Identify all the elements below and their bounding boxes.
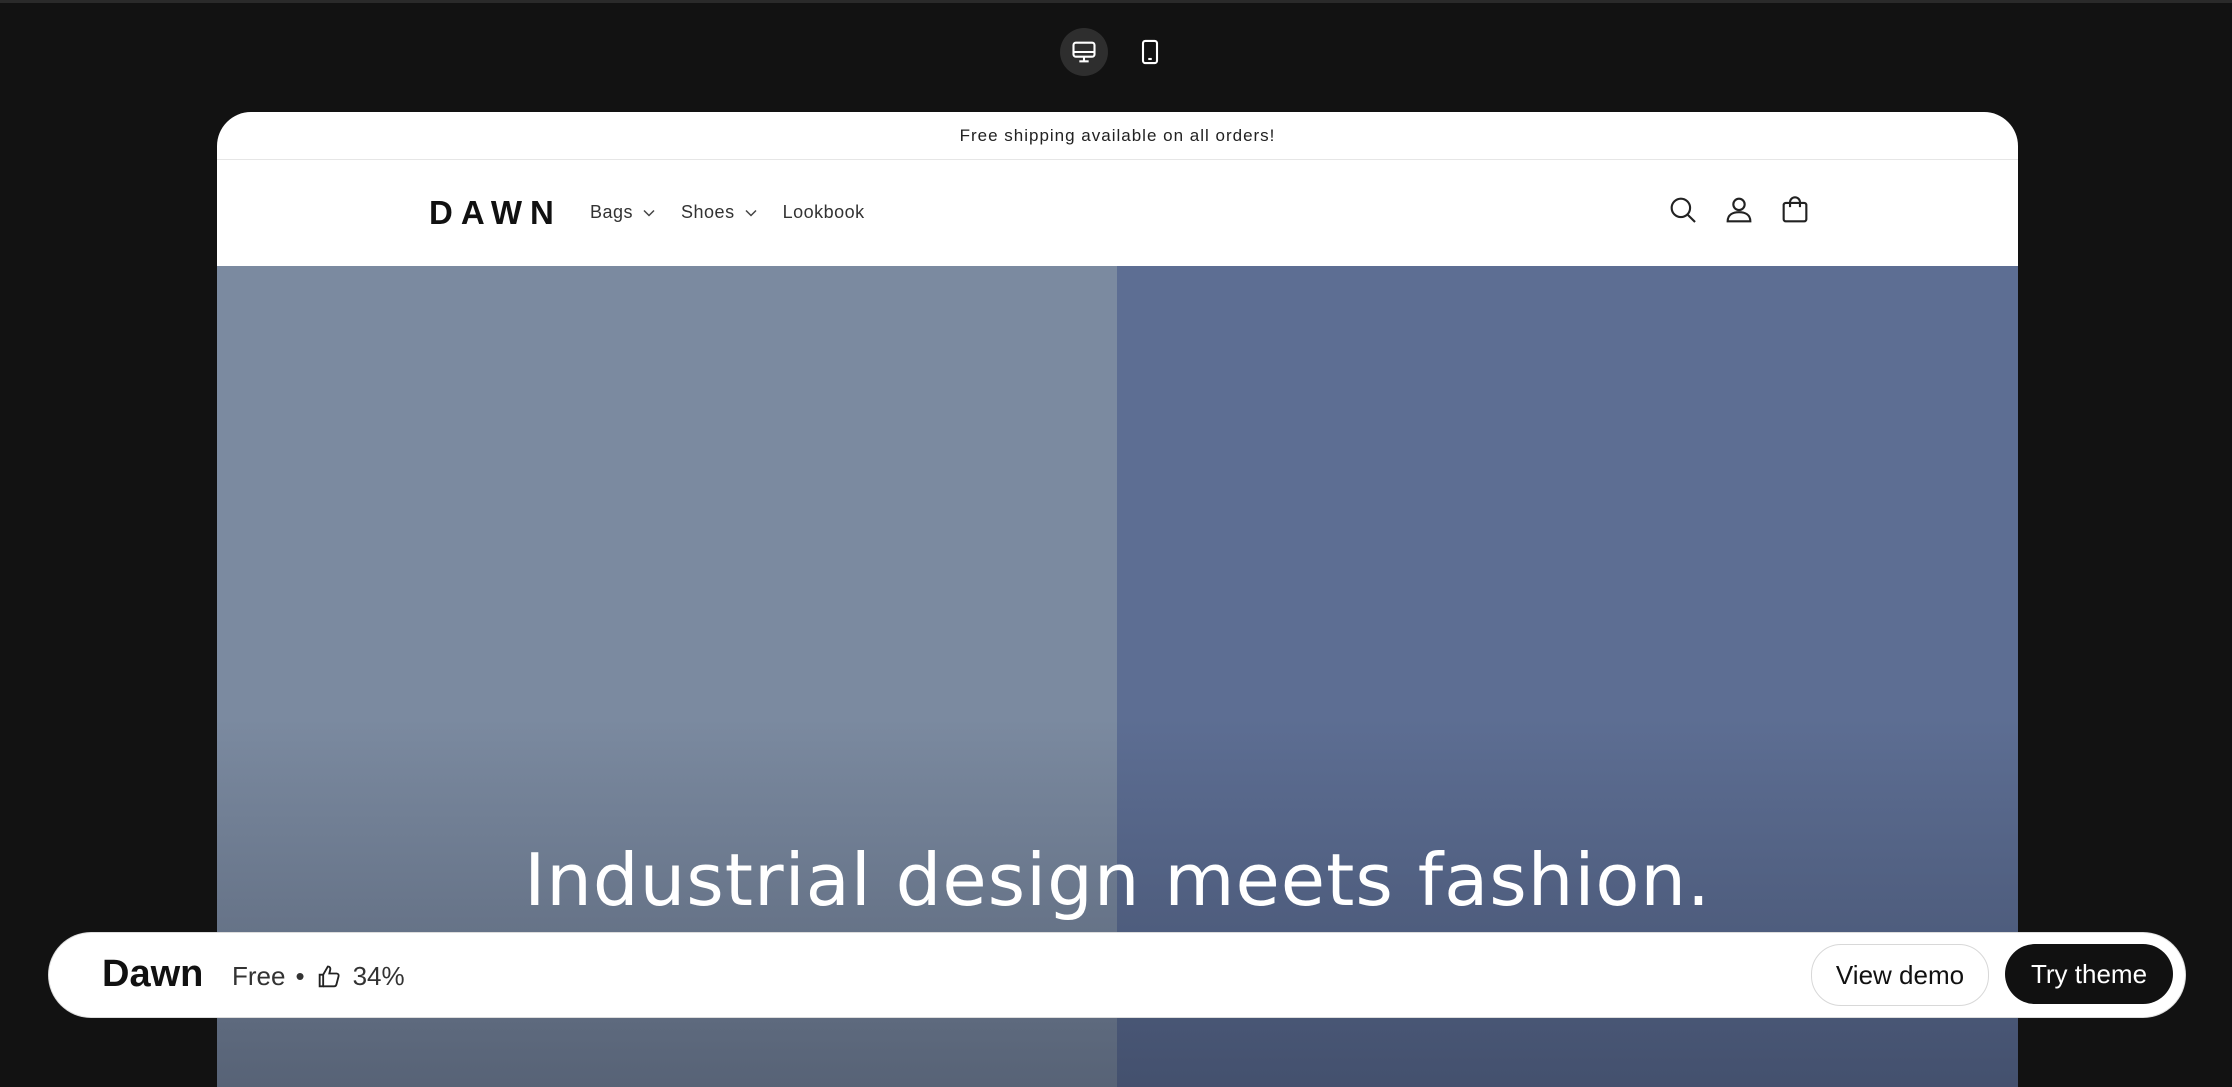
cart-icon[interactable] [1778, 193, 1812, 227]
mobile-view-button[interactable] [1126, 28, 1174, 76]
top-divider [0, 0, 2232, 3]
desktop-icon [1072, 41, 1096, 63]
meta-separator: • [295, 961, 305, 991]
chevron-down-icon [643, 209, 655, 217]
theme-name: Dawn [102, 953, 204, 995]
announcement-text: Free shipping available on all orders! [959, 125, 1276, 145]
theme-price: Free [232, 961, 286, 991]
device-toggle [1060, 28, 1174, 76]
nav-item-label: Shoes [681, 202, 735, 222]
nav-item-lookbook[interactable]: Lookbook [783, 202, 865, 223]
header-icons [1666, 193, 1812, 227]
theme-bar: Dawn Free • 34% View demo Try theme [49, 933, 2185, 1017]
store-header: DAWN Bags Shoes Lookbook [217, 160, 2018, 267]
try-theme-button[interactable]: Try theme [2005, 944, 2173, 1004]
mobile-icon [1141, 39, 1159, 65]
theme-rating: 34% [352, 961, 405, 991]
account-icon[interactable] [1722, 193, 1756, 227]
thumbs-up-icon [318, 965, 340, 987]
view-demo-button[interactable]: View demo [1811, 944, 1989, 1006]
announcement-bar: Free shipping available on all orders! [217, 112, 2018, 160]
main-nav: Bags Shoes Lookbook [590, 202, 865, 223]
store-logo[interactable]: DAWN [429, 194, 562, 232]
nav-item-label: Lookbook [782, 202, 865, 222]
nav-item-label: Bags [590, 202, 634, 222]
desktop-view-button[interactable] [1060, 28, 1108, 76]
hero-title: Industrial design meets fashion. [524, 838, 1711, 922]
nav-item-bags[interactable]: Bags [590, 202, 655, 223]
chevron-down-icon [745, 209, 757, 217]
nav-item-shoes[interactable]: Shoes [681, 202, 757, 223]
search-icon[interactable] [1666, 193, 1700, 227]
theme-meta: Free • 34% [232, 961, 405, 992]
